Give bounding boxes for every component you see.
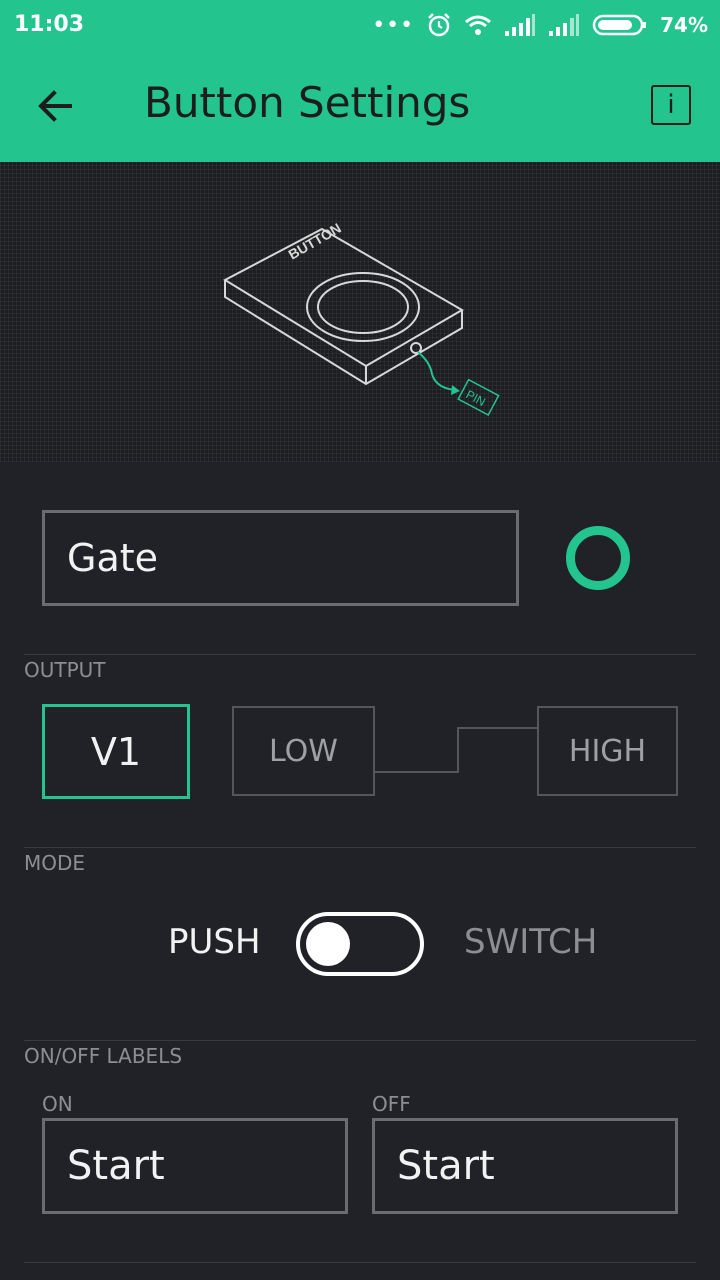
back-button[interactable] <box>34 84 78 128</box>
battery-percentage: 74% <box>660 13 708 37</box>
signal-icon-2 <box>549 14 580 36</box>
status-time: 11:03 <box>14 12 85 37</box>
widget-name-value: Gate <box>67 536 159 580</box>
pin-tag-label: PIN <box>464 387 488 409</box>
off-label-value: Start <box>397 1143 495 1189</box>
off-label-field[interactable]: Start <box>372 1118 678 1214</box>
signal-waveform <box>375 727 537 773</box>
pin-select-button[interactable]: V1 <box>42 704 190 799</box>
divider-bottom <box>24 1262 696 1263</box>
toggle-knob <box>306 922 350 966</box>
on-label-value: Start <box>67 1143 165 1189</box>
alarm-icon <box>428 13 451 37</box>
info-button[interactable]: i <box>651 85 691 125</box>
widget-illustration: BUTTON PIN <box>0 162 720 462</box>
output-section-label: OUTPUT <box>24 658 106 682</box>
button-device-illustration: BUTTON PIN <box>222 220 500 417</box>
mode-section-label: MODE <box>24 851 86 875</box>
device-label: BUTTON <box>286 220 344 263</box>
mode-toggle[interactable] <box>296 912 424 976</box>
divider-labels <box>24 1040 696 1041</box>
divider-mode <box>24 847 696 848</box>
page-title: Button Settings <box>144 78 471 127</box>
low-value-field[interactable]: LOW <box>232 706 375 796</box>
signal-icon-1 <box>505 14 536 36</box>
on-label-caption: ON <box>42 1092 73 1116</box>
widget-name-field[interactable]: Gate <box>42 510 519 606</box>
back-arrow-icon <box>38 90 72 122</box>
status-icons: ••• 74% <box>372 10 708 40</box>
divider-output <box>24 654 696 655</box>
mode-switch-label[interactable]: SWITCH <box>464 922 597 962</box>
high-value-field[interactable]: HIGH <box>537 706 678 796</box>
labels-section-label: ON/OFF LABELS <box>24 1044 183 1068</box>
more-icon: ••• <box>372 12 415 38</box>
color-picker-button[interactable] <box>566 526 630 590</box>
mode-push-label[interactable]: PUSH <box>168 922 261 962</box>
off-label-caption: OFF <box>372 1092 411 1116</box>
on-label-field[interactable]: Start <box>42 1118 348 1214</box>
battery-icon <box>592 14 647 36</box>
wifi-icon <box>465 15 492 35</box>
